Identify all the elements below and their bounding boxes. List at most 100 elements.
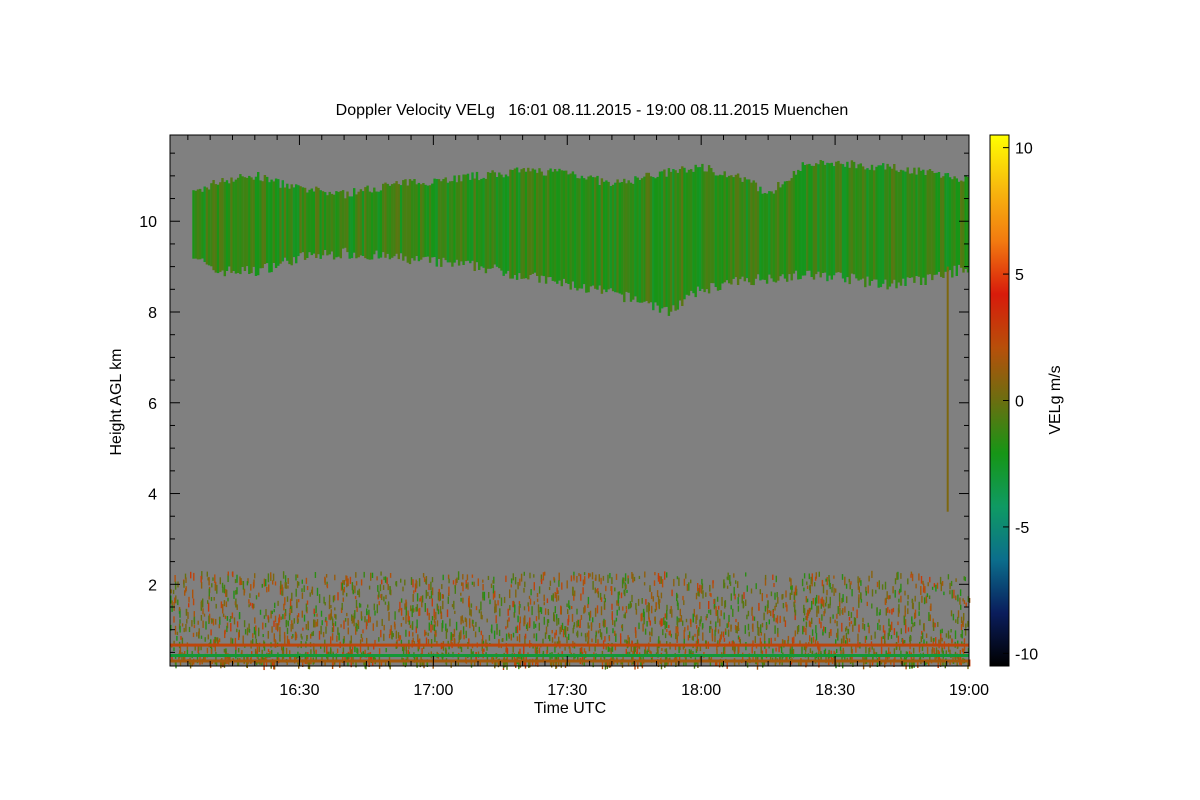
boundary-layer-speckle [805,627,807,636]
cloud-column [556,171,559,284]
boundary-layer-speckle [706,614,708,618]
boundary-layer-speckle [727,629,730,637]
boundary-layer-speckle [775,647,777,652]
boundary-layer-speckle [734,625,737,630]
cloud-column [953,176,956,266]
boundary-layer-speckle [506,648,509,655]
cloud-column [759,186,762,281]
cloud-column [466,173,470,261]
boundary-layer-speckle [558,580,560,587]
boundary-layer-speckle [234,579,237,584]
cloud-column [366,185,369,260]
boundary-layer-speckle [248,629,251,633]
boundary-layer-speckle [567,609,569,615]
boundary-layer-speckle [480,601,482,611]
cloud-column [607,181,610,290]
boundary-layer-speckle [811,579,813,587]
cloud-column [536,172,539,276]
cloud-column [815,163,818,275]
cloud-column [440,181,443,267]
boundary-layer-speckle [380,629,382,638]
cloud-column [837,160,840,273]
boundary-layer-speckle [811,600,813,610]
boundary-layer-speckle [812,598,814,605]
cloud-column [752,180,755,286]
boundary-layer-speckle [529,617,531,627]
boundary-layer-speckle [473,581,475,587]
cloud-column [640,178,644,303]
cloud-column [848,167,851,285]
cloud-column [326,195,329,256]
boundary-layer-speckle [579,574,582,582]
boundary-layer-speckle [231,571,234,576]
boundary-layer-speckle [379,584,382,592]
boundary-layer-speckle [566,636,568,644]
boundary-layer-speckle [675,633,677,640]
boundary-layer-speckle [204,637,206,642]
boundary-layer-speckle [611,577,613,585]
colorbar-tick-label: -10 [1015,646,1038,663]
boundary-layer-speckle [400,623,403,627]
cloud-column [437,179,441,259]
boundary-layer-speckle [184,590,186,596]
boundary-layer-speckle [368,614,370,623]
boundary-layer-speckle [360,579,363,586]
boundary-layer-speckle [442,574,444,581]
x-tick-label: 19:00 [949,682,989,699]
boundary-layer-speckle [335,614,337,620]
boundary-layer-speckle [357,619,359,626]
boundary-layer-speckle [555,629,557,636]
boundary-layer-speckle [857,576,859,584]
boundary-layer-speckle [470,603,473,608]
boundary-layer-speckle [595,632,597,636]
boundary-layer-speckle [461,582,463,586]
boundary-layer-speckle [419,598,421,602]
boundary-layer-speckle [517,582,519,590]
boundary-layer-speckle [774,592,776,600]
cloud-column [781,184,784,275]
cloud-column [895,170,898,289]
boundary-layer-speckle [635,603,637,610]
boundary-layer-speckle [767,600,769,604]
boundary-layer-speckle [677,626,679,634]
boundary-layer-speckle [198,628,200,635]
boundary-layer-speckle [343,620,345,630]
cloud-column [616,179,619,293]
boundary-layer-speckle [472,620,474,624]
cloud-column [312,191,316,254]
boundary-layer-speckle [694,633,696,637]
boundary-layer-speckle [211,618,213,623]
boundary-layer-speckle [207,577,209,581]
boundary-layer-speckle [291,592,293,601]
boundary-layer-speckle [650,592,653,600]
boundary-layer-speckle [318,630,321,640]
cloud-column [873,170,876,280]
cloud-column [757,191,760,275]
boundary-layer-speckle [214,583,216,591]
boundary-layer-speckle [192,632,195,638]
boundary-layer-speckle [318,594,321,604]
boundary-layer-speckle [754,651,756,655]
cloud-column [832,166,836,276]
boundary-layer-speckle [477,578,479,587]
boundary-layer-speckle [627,578,629,584]
boundary-layer-speckle [301,610,303,618]
cloud-column [266,176,269,264]
boundary-layer-speckle [955,595,957,601]
boundary-layer-speckle [576,576,578,583]
cloud-column [866,168,869,277]
boundary-layer-speckle [284,582,286,589]
boundary-layer-speckle [408,620,411,625]
cloud-column [736,173,740,285]
boundary-layer-speckle [410,577,413,585]
boundary-layer-speckle [551,637,554,643]
boundary-layer-speckle [770,637,772,645]
boundary-layer-speckle [927,582,929,587]
boundary-layer-speckle [176,636,178,641]
boundary-layer-speckle [947,630,950,639]
boundary-layer-speckle [349,576,352,584]
cloud-column [926,170,929,275]
boundary-layer-speckle [238,612,241,620]
boundary-layer-speckle [543,594,545,602]
boundary-layer-speckle [212,577,214,581]
